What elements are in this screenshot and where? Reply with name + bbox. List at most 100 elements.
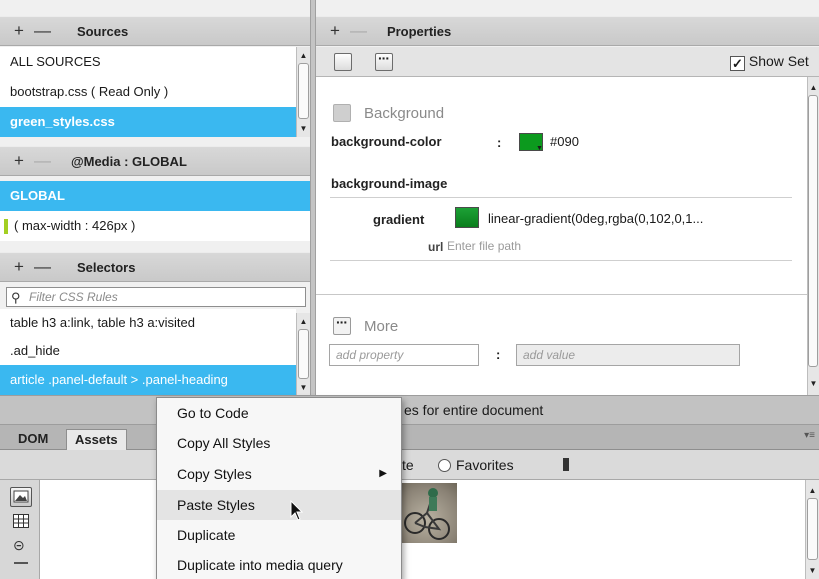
menu-item-duplicate-into-media-query[interactable]: Duplicate into media query bbox=[157, 550, 401, 579]
submenu-arrow-icon: ▶ bbox=[379, 468, 387, 479]
properties-scrollbar[interactable]: ▲ ▼ bbox=[807, 77, 819, 395]
more-section-icon bbox=[333, 314, 351, 335]
minus-icon[interactable]: — bbox=[34, 21, 51, 41]
status-text: es for entire document bbox=[404, 402, 544, 418]
selector-item-selected[interactable]: article .panel-default > .panel-heading bbox=[0, 365, 296, 395]
plus-icon[interactable]: + bbox=[14, 151, 24, 171]
assets-toolbar: te Favorites bbox=[0, 450, 819, 480]
favorites-label: Favorites bbox=[456, 457, 514, 473]
show-set-checkbox[interactable]: ✓ Show Set bbox=[730, 53, 809, 71]
grid-icon[interactable] bbox=[13, 514, 29, 531]
media-list: GLOBAL ( max-width : 426px ) bbox=[0, 181, 310, 241]
source-item[interactable]: ALL SOURCES bbox=[0, 47, 296, 77]
tab-assets[interactable]: Assets bbox=[66, 429, 127, 450]
properties-header: + — Properties bbox=[316, 16, 819, 46]
background-image-label: background-image bbox=[331, 176, 448, 191]
favorites-radio[interactable]: Favorites bbox=[438, 457, 514, 473]
divider bbox=[330, 197, 792, 198]
menu-item-duplicate[interactable]: Duplicate bbox=[157, 520, 401, 550]
scroll-up-icon[interactable]: ▲ bbox=[808, 81, 819, 94]
filter-placeholder: Filter CSS Rules bbox=[29, 290, 118, 304]
plus-icon[interactable]: + bbox=[14, 257, 24, 277]
divider bbox=[316, 294, 807, 295]
sources-header: + — Sources bbox=[0, 16, 310, 46]
background-section-icon bbox=[333, 104, 351, 122]
colon: : bbox=[497, 135, 502, 150]
plus-icon[interactable]: + bbox=[330, 21, 340, 41]
selectors-title: Selectors bbox=[76, 259, 136, 275]
more-categories-icon[interactable] bbox=[14, 562, 28, 568]
source-item-selected[interactable]: green_styles.css bbox=[0, 107, 296, 137]
scroll-down-icon[interactable]: ▼ bbox=[297, 381, 310, 394]
scroll-thumb[interactable] bbox=[298, 63, 309, 119]
search-icon: ⚲ bbox=[11, 290, 21, 305]
image-icon[interactable] bbox=[10, 487, 32, 507]
scroll-up-icon[interactable]: ▲ bbox=[806, 484, 819, 497]
checkbox-icon[interactable]: ✓ bbox=[730, 56, 745, 71]
context-menu: Go to Code Copy All Styles Copy Styles ▶… bbox=[156, 397, 402, 579]
selectors-header: + — Selectors bbox=[0, 252, 310, 282]
scroll-down-icon[interactable]: ▼ bbox=[806, 564, 819, 577]
media-item-selected[interactable]: GLOBAL bbox=[0, 181, 310, 211]
selectors-scrollbar[interactable]: ▲ ▼ bbox=[296, 313, 310, 395]
menu-item-copy-all-styles[interactable]: Copy All Styles bbox=[157, 428, 401, 458]
menu-item-go-to-code[interactable]: Go to Code bbox=[157, 398, 401, 428]
divider bbox=[330, 260, 792, 261]
scroll-thumb[interactable] bbox=[807, 498, 818, 560]
tab-dom[interactable]: DOM bbox=[10, 429, 56, 450]
panel-menu-icon[interactable]: ▾≡ bbox=[804, 430, 815, 441]
url-label: url bbox=[428, 240, 444, 254]
scroll-up-icon[interactable]: ▲ bbox=[297, 315, 310, 328]
minus-icon: — bbox=[33, 151, 51, 170]
media-header: + — @Media : GLOBAL bbox=[0, 146, 310, 176]
scroll-thumb[interactable] bbox=[808, 95, 818, 367]
add-property-input[interactable]: add property bbox=[329, 344, 479, 366]
source-item[interactable]: bootstrap.css ( Read Only ) bbox=[0, 77, 296, 107]
media-title: @Media : GLOBAL bbox=[70, 153, 187, 169]
properties-body: Background background-color : ▼ #090 bac… bbox=[316, 77, 807, 395]
sources-scrollbar[interactable]: ▲ ▼ bbox=[296, 47, 310, 137]
scroll-thumb[interactable] bbox=[298, 329, 309, 379]
swatch-dropdown-icon: ▼ bbox=[536, 145, 543, 152]
url-input[interactable]: Enter file path bbox=[447, 239, 521, 253]
show-set-label: Show Set bbox=[748, 53, 809, 69]
minus-icon: — bbox=[349, 21, 367, 40]
minus-icon[interactable]: — bbox=[34, 257, 51, 277]
properties-toolbar: ✓ Show Set bbox=[316, 47, 819, 77]
selector-item[interactable]: table h3 a:link, table h3 a:visited bbox=[0, 309, 296, 337]
media-item-label: ( max-width : 426px ) bbox=[14, 218, 136, 233]
colon: : bbox=[496, 347, 501, 362]
properties-title: Properties bbox=[386, 23, 452, 39]
media-query-marker bbox=[4, 219, 8, 234]
assets-content bbox=[40, 480, 805, 579]
menu-item-label: Copy Styles bbox=[177, 466, 252, 482]
bicycle-thumbnail[interactable] bbox=[397, 483, 457, 543]
more-icon[interactable] bbox=[375, 50, 393, 71]
plus-icon[interactable]: + bbox=[14, 21, 24, 41]
scroll-down-icon[interactable]: ▼ bbox=[297, 122, 310, 135]
assets-panel: te Favorites ⊝ ▲ ▼ bbox=[0, 450, 819, 579]
menu-item-paste-styles[interactable]: Paste Styles bbox=[157, 490, 401, 520]
gradient-swatch[interactable] bbox=[455, 207, 479, 228]
media-item[interactable]: ( max-width : 426px ) bbox=[0, 211, 310, 241]
gradient-label: gradient bbox=[373, 212, 425, 227]
cursor-icon bbox=[290, 499, 304, 525]
status-bar: es for entire document bbox=[0, 395, 819, 425]
add-value-input[interactable]: add value bbox=[516, 344, 740, 366]
scroll-up-icon[interactable]: ▲ bbox=[297, 49, 310, 62]
menu-item-copy-styles[interactable]: Copy Styles ▶ bbox=[157, 459, 401, 489]
selectors-list: table h3 a:link, table h3 a:visited .ad_… bbox=[0, 309, 296, 395]
gradient-value[interactable]: linear-gradient(0deg,rgba(0,102,0,1... bbox=[488, 211, 703, 226]
assets-category-bar: ⊝ bbox=[0, 480, 40, 579]
assets-scrollbar[interactable]: ▲ ▼ bbox=[805, 480, 819, 579]
selectors-filter-input[interactable]: ⚲ Filter CSS Rules bbox=[6, 287, 306, 307]
selector-item[interactable]: .ad_hide bbox=[0, 337, 296, 365]
link-icon[interactable]: ⊝ bbox=[13, 537, 25, 554]
favorite-icon[interactable] bbox=[563, 458, 569, 471]
radio-icon[interactable] bbox=[438, 459, 451, 472]
background-color-label: background-color bbox=[331, 134, 442, 149]
scroll-down-icon[interactable]: ▼ bbox=[808, 377, 819, 390]
background-color-value[interactable]: #090 bbox=[550, 134, 579, 149]
site-radio-label[interactable]: te bbox=[402, 457, 414, 473]
layout-icon[interactable] bbox=[334, 53, 352, 71]
